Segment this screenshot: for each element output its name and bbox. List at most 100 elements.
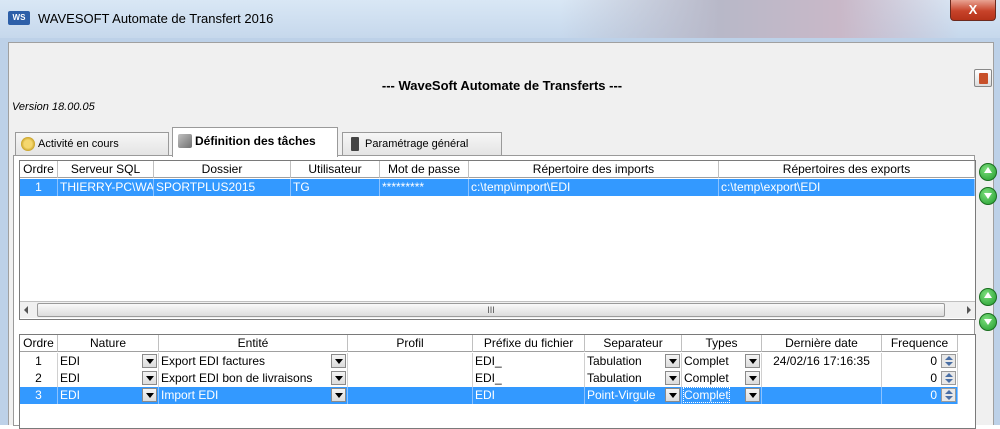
cell-derniere-date: 24/02/16 17:16:35 [762,353,882,370]
table-row[interactable]: 1 THIERRY-PC\WAVE SPORTPLUS2015 TG *****… [20,179,975,196]
chevron-down-icon[interactable] [665,354,680,368]
column-header-ordre[interactable]: Ordre [20,161,58,178]
column-header-types[interactable]: Types [682,335,762,352]
scroll-left-icon[interactable] [24,306,28,314]
table-row[interactable]: 3 EDI Import EDI EDI Point-Virgule Compl… [20,387,958,404]
separateur-select[interactable]: Tabulation [585,370,682,387]
exit-icon [979,73,988,84]
task-move-down-button[interactable] [979,313,997,331]
cell-ordre: 3 [20,387,58,404]
column-header-profil[interactable]: Profil [348,335,473,352]
chevron-down-icon[interactable] [665,371,680,385]
column-header-serveur[interactable]: Serveur SQL [58,161,154,178]
tasks-grid: Ordre Nature Entité Profil Préfixe du fi… [19,334,976,429]
app-icon: WS [8,11,30,25]
chevron-down-icon[interactable] [745,388,760,402]
cell-profil[interactable] [348,353,473,370]
chevron-down-icon[interactable] [331,354,346,368]
entite-select[interactable]: Export EDI factures [159,353,348,370]
tab-label: Activité en cours [38,138,119,150]
chevron-down-icon[interactable] [331,388,346,402]
nature-select[interactable]: EDI [58,353,159,370]
column-header-exports[interactable]: Répertoires des exports [719,161,975,178]
tab-definition[interactable]: Définition des tâches [172,127,338,157]
cell-profil[interactable] [348,387,473,404]
activity-icon [21,137,35,151]
move-up-button[interactable] [979,163,997,181]
chevron-down-icon[interactable] [142,371,157,385]
cell-serveur: THIERRY-PC\WAVE [60,179,154,196]
types-select[interactable]: Complet [682,353,762,370]
column-header-nature[interactable]: Nature [58,335,159,352]
cell-ordre: 2 [20,370,58,387]
client-area: --- WaveSoft Automate de Transferts --- … [8,42,997,429]
types-select[interactable]: Complet [682,387,762,404]
cell-prefixe[interactable]: EDI [473,387,585,404]
column-header-dossier[interactable]: Dossier [154,161,291,178]
task-move-up-button[interactable] [979,288,997,306]
separateur-select[interactable]: Point-Virgule [585,387,682,404]
chevron-down-icon[interactable] [142,388,157,402]
cell-mot-de-passe: ********* [380,179,469,196]
tab-panel: Ordre Serveur SQL Dossier Utilisateur Mo… [13,155,976,429]
tasks-icon [178,134,192,148]
servers-header: Ordre Serveur SQL Dossier Utilisateur Mo… [20,161,975,178]
tab-parametrage[interactable]: Paramétrage général [342,132,502,156]
nature-select[interactable]: EDI [58,387,159,404]
frequence-stepper[interactable]: 0 [882,387,958,404]
table-row[interactable]: 2 EDI Export EDI bon de livraisons EDI_ … [20,370,958,387]
frequence-stepper[interactable]: 0 [882,353,958,370]
cell-imports: c:\temp\import\EDI [469,179,719,196]
tasks-header: Ordre Nature Entité Profil Préfixe du fi… [20,335,958,352]
column-header-utilisateur[interactable]: Utilisateur [291,161,380,178]
tab-label: Paramétrage général [365,138,469,150]
scroll-right-icon[interactable] [967,306,971,314]
column-header-prefixe[interactable]: Préfixe du fichier [473,335,585,352]
separateur-select[interactable]: Tabulation [585,353,682,370]
cell-prefixe[interactable]: EDI_ [473,370,585,387]
arrow-up-icon [984,292,992,298]
column-header-ordre[interactable]: Ordre [20,335,58,352]
cell-derniere-date [762,387,882,404]
chevron-down-icon[interactable] [745,371,760,385]
chevron-down-icon[interactable] [665,388,680,402]
cell-derniere-date [762,370,882,387]
chevron-down-icon[interactable] [745,354,760,368]
column-header-entite[interactable]: Entité [159,335,348,352]
cell-ordre: 1 [20,179,58,196]
chevron-down-icon[interactable] [142,354,157,368]
arrow-up-icon [984,167,992,173]
window-title: WAVESOFT Automate de Transfert 2016 [38,11,274,26]
column-header-frequence[interactable]: Frequence [882,335,958,352]
settings-icon [351,137,359,151]
scroll-thumb[interactable]: III [37,303,945,317]
frequence-stepper[interactable]: 0 [882,370,958,387]
chevron-down-icon[interactable] [331,371,346,385]
spinner-icon[interactable] [941,371,956,385]
nature-select[interactable]: EDI [58,370,159,387]
move-down-button[interactable] [979,187,997,205]
table-row[interactable]: 1 EDI Export EDI factures EDI_ Tabulatio… [20,353,958,370]
cell-profil[interactable] [348,370,473,387]
horizontal-scrollbar[interactable]: III [20,301,975,318]
types-select[interactable]: Complet [682,370,762,387]
arrow-down-icon [984,319,992,325]
arrow-down-icon [984,193,992,199]
servers-grid: Ordre Serveur SQL Dossier Utilisateur Mo… [19,160,976,320]
version-label: Version 18.00.05 [12,101,95,113]
cell-prefixe[interactable]: EDI_ [473,353,585,370]
spinner-icon[interactable] [941,388,956,402]
entite-select[interactable]: Import EDI [159,387,348,404]
cell-utilisateur: TG [291,179,380,196]
close-button[interactable]: X [950,0,996,21]
cell-dossier: SPORTPLUS2015 [154,179,291,196]
entite-select[interactable]: Export EDI bon de livraisons [159,370,348,387]
column-header-imports[interactable]: Répertoire des imports [469,161,719,178]
exit-button[interactable] [974,69,992,87]
tab-activite[interactable]: Activité en cours [15,132,169,156]
spinner-icon[interactable] [941,354,956,368]
column-header-mot-de-passe[interactable]: Mot de passe [380,161,469,178]
column-header-derniere-date[interactable]: Dernière date [762,335,882,352]
cell-ordre: 1 [20,353,58,370]
column-header-separateur[interactable]: Separateur [585,335,682,352]
